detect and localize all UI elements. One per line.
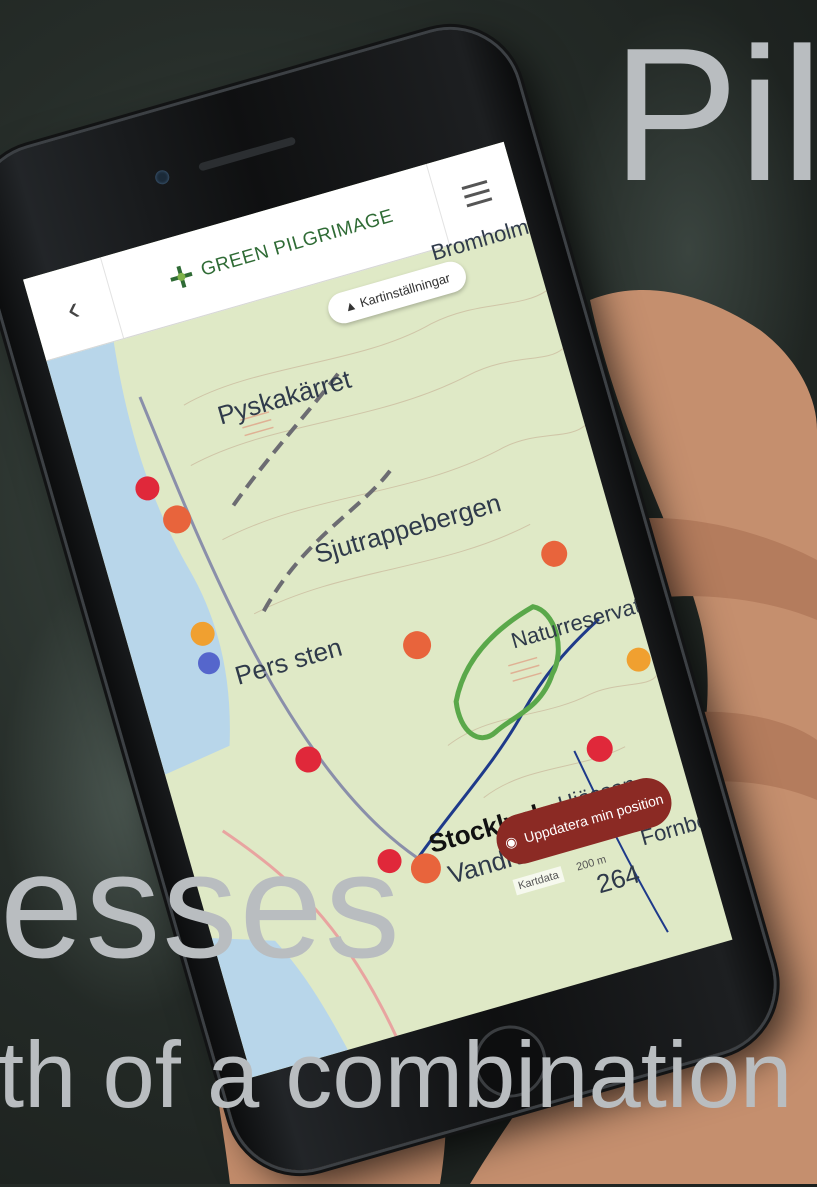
- front-camera-icon: [153, 168, 171, 186]
- earpiece-speaker: [197, 136, 297, 172]
- chevron-left-icon: ‹: [62, 288, 84, 329]
- map-marker: [295, 746, 322, 773]
- map-marker: [626, 647, 651, 672]
- mountain-icon: ▲: [342, 296, 359, 315]
- overlay-subtitle: th of a combination: [0, 1022, 793, 1127]
- map-marker: [403, 631, 432, 660]
- overlay-heading: esses: [0, 821, 402, 989]
- hamburger-icon: [461, 177, 493, 210]
- cross-leaf-icon: [170, 265, 193, 288]
- location-icon: ◉: [502, 832, 519, 851]
- map-marker: [541, 540, 568, 567]
- overlay-title: Pil: [612, 9, 817, 221]
